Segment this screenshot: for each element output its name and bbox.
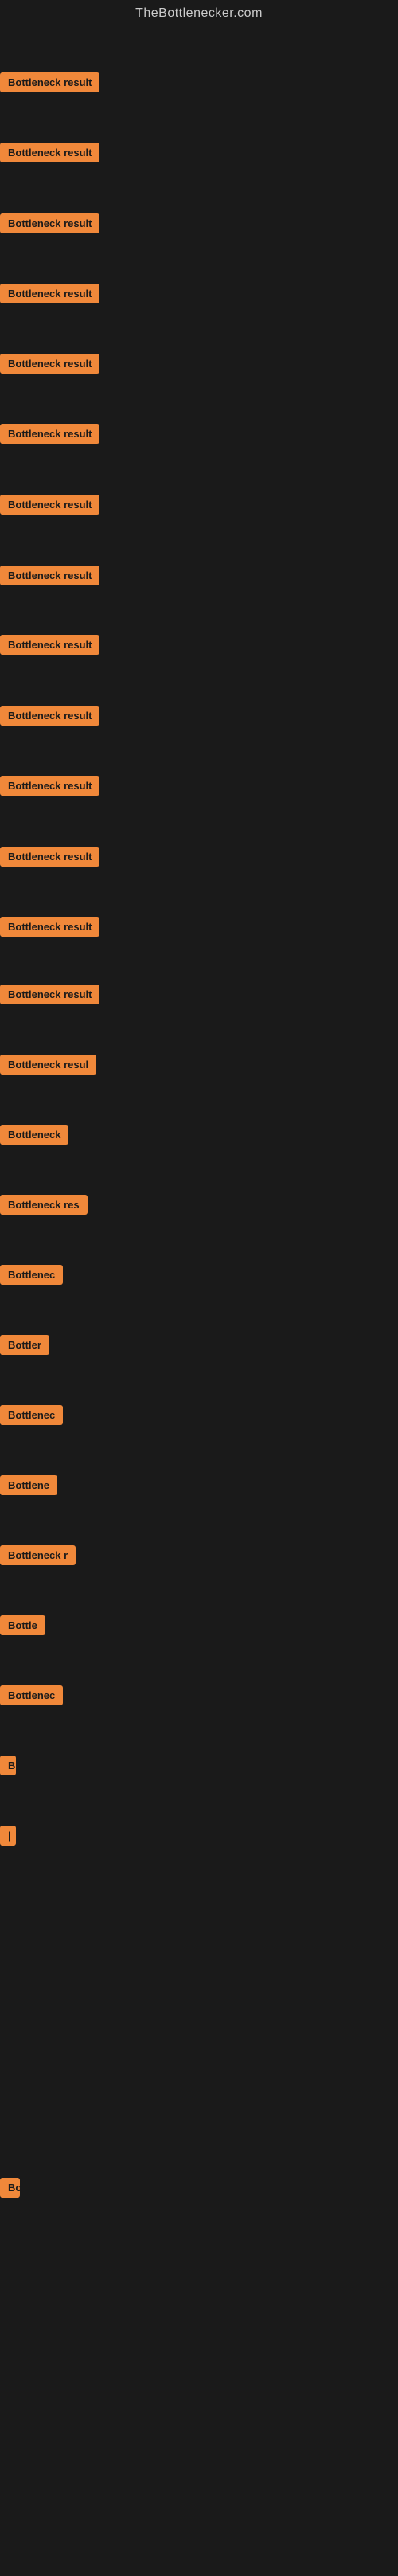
bottleneck-badge[interactable]: Bottle <box>0 1615 45 1635</box>
bottleneck-badge[interactable]: Bottler <box>0 1335 49 1355</box>
bottleneck-badge[interactable]: Bottleneck r <box>0 1545 76 1565</box>
bottleneck-badge[interactable]: Bottleneck result <box>0 635 100 655</box>
bottleneck-badge[interactable]: Bottlenec <box>0 1265 63 1285</box>
bottleneck-badge[interactable]: Bottleneck <box>0 1125 68 1145</box>
bottleneck-badge[interactable]: Bottleneck result <box>0 284 100 303</box>
bottleneck-item[interactable]: Bo <box>0 2178 20 2202</box>
bottleneck-item[interactable]: Bottlenec <box>0 1265 63 1289</box>
bottleneck-badge[interactable]: Bottleneck result <box>0 424 100 444</box>
bottleneck-item[interactable]: | <box>0 1826 16 1850</box>
bottleneck-item[interactable]: Bottleneck result <box>0 635 100 659</box>
bottleneck-badge[interactable]: Bottleneck result <box>0 985 100 1004</box>
bottleneck-badge[interactable]: Bottleneck result <box>0 143 100 162</box>
bottleneck-badge[interactable]: Bottlenec <box>0 1685 63 1705</box>
bottleneck-item[interactable]: Bottleneck r <box>0 1545 76 1569</box>
bottleneck-item[interactable]: Bottleneck result <box>0 354 100 378</box>
bottleneck-item[interactable]: Bottleneck result <box>0 847 100 871</box>
bottleneck-item[interactable]: Bottlenec <box>0 1685 63 1709</box>
bottleneck-item[interactable]: Bottleneck result <box>0 566 100 589</box>
page-wrapper: TheBottlenecker.com Bottleneck resultBot… <box>0 0 398 2576</box>
bottleneck-badge[interactable]: Bottleneck result <box>0 706 100 726</box>
bottleneck-item[interactable]: Bottler <box>0 1335 49 1359</box>
bottleneck-item[interactable]: Bottleneck result <box>0 495 100 519</box>
bottleneck-list: Bottleneck result Bottleneck result Bottle… <box>0 27 398 2576</box>
bottleneck-item[interactable]: Bottlenec <box>0 1405 63 1429</box>
bottleneck-badge[interactable]: B <box>0 1756 16 1775</box>
bottleneck-badge[interactable]: Bottleneck result <box>0 776 100 796</box>
bottleneck-badge[interactable]: | <box>0 1826 16 1846</box>
bottleneck-badge[interactable]: Bottleneck result <box>0 847 100 867</box>
bottleneck-badge[interactable]: Bottleneck res <box>0 1195 88 1215</box>
bottleneck-item[interactable]: Bottleneck result <box>0 776 100 800</box>
bottleneck-badge[interactable]: Bottleneck result <box>0 917 100 937</box>
bottleneck-item[interactable]: Bottle <box>0 1615 45 1639</box>
bottleneck-badge[interactable]: Bottleneck result <box>0 72 100 92</box>
bottleneck-item[interactable]: Bottleneck result <box>0 143 100 166</box>
bottleneck-item[interactable]: Bottlene <box>0 1475 57 1499</box>
bottleneck-badge[interactable]: Bottleneck result <box>0 213 100 233</box>
bottleneck-badge[interactable]: Bottleneck resul <box>0 1055 96 1075</box>
bottleneck-item[interactable]: Bottleneck resul <box>0 1055 96 1079</box>
bottleneck-item[interactable]: Bottleneck result <box>0 213 100 237</box>
bottleneck-badge[interactable]: Bottleneck result <box>0 495 100 515</box>
bottleneck-item[interactable]: Bottleneck result <box>0 985 100 1008</box>
bottleneck-badge[interactable]: Bottlene <box>0 1475 57 1495</box>
bottleneck-badge[interactable]: Bottleneck result <box>0 354 100 374</box>
bottleneck-badge[interactable]: Bottlenec <box>0 1405 63 1425</box>
bottleneck-item[interactable]: Bottleneck result <box>0 72 100 96</box>
bottleneck-item[interactable]: Bottleneck result <box>0 706 100 730</box>
site-title: TheBottlenecker.com <box>0 0 398 27</box>
bottleneck-item[interactable]: Bottleneck res <box>0 1195 88 1219</box>
bottleneck-item[interactable]: Bottleneck <box>0 1125 68 1149</box>
bottleneck-item[interactable]: Bottleneck result <box>0 917 100 941</box>
bottleneck-badge[interactable]: Bottleneck result <box>0 566 100 585</box>
bottleneck-badge[interactable]: Bo <box>0 2178 20 2198</box>
bottleneck-item[interactable]: B <box>0 1756 16 1779</box>
bottleneck-item[interactable]: Bottleneck result <box>0 284 100 307</box>
bottleneck-item[interactable]: Bottleneck result <box>0 424 100 448</box>
